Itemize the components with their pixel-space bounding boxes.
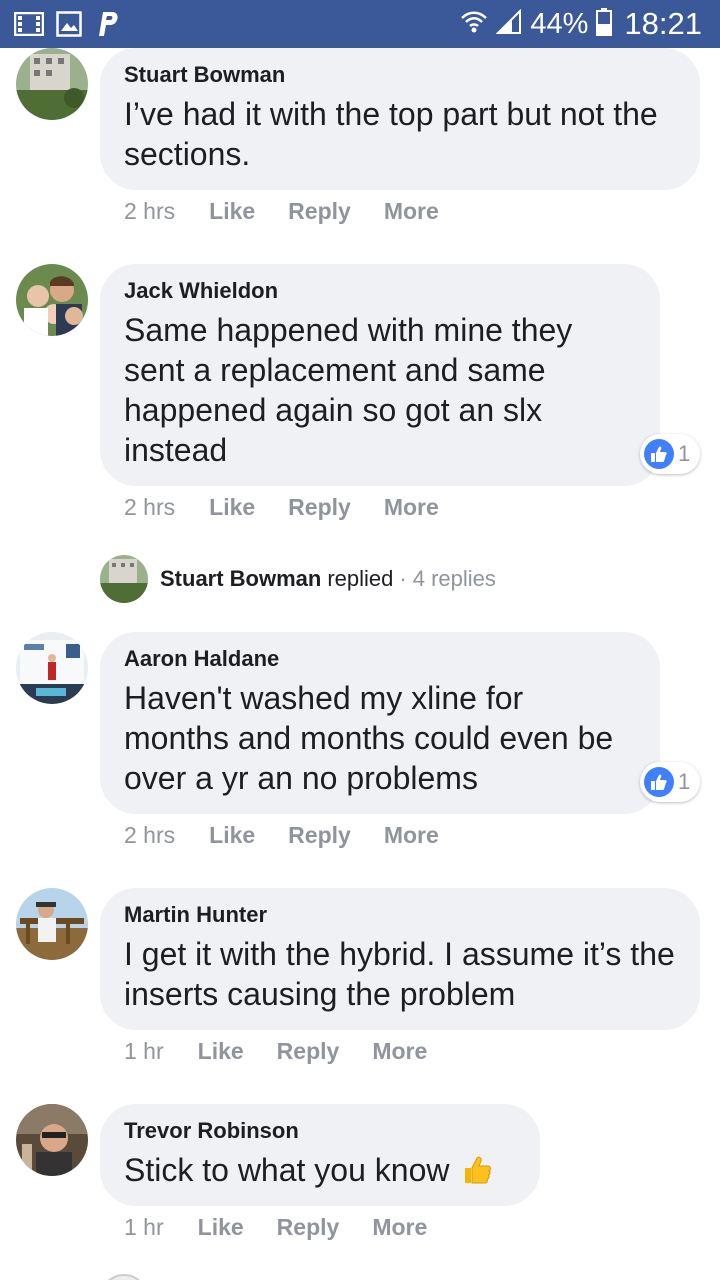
like-button[interactable]: Like	[209, 822, 255, 849]
reaction-count: 1	[678, 441, 691, 466]
avatar[interactable]	[16, 888, 88, 960]
comment-actions: 2 hrs Like Reply More	[124, 822, 472, 849]
separator-dot: ·	[399, 566, 407, 591]
reply-author: Stuart Bowman	[160, 566, 322, 591]
avatar[interactable]	[16, 1104, 88, 1176]
avatar[interactable]	[16, 48, 88, 120]
avatar[interactable]	[16, 632, 88, 704]
comment-author[interactable]: Stuart Bowman	[124, 62, 676, 88]
comment-time[interactable]: 2 hrs	[124, 494, 175, 521]
reaction-count: 1	[678, 769, 691, 794]
comment-text-row: Stick to what you know	[124, 1150, 516, 1190]
more-button[interactable]: More	[372, 1038, 427, 1065]
comment-text: Stick to what you know	[124, 1152, 450, 1188]
comment-time[interactable]: 1 hr	[124, 1214, 164, 1241]
reaction-badge[interactable]: 1	[640, 434, 701, 474]
thumbs-up-emoji-icon	[461, 1154, 493, 1186]
signal-icon	[495, 8, 522, 40]
film-icon	[14, 10, 44, 38]
comment-actions: 2 hrs Like Reply More	[124, 198, 472, 225]
avatar[interactable]	[16, 264, 88, 336]
comment-actions: 2 hrs Like Reply More	[124, 494, 472, 521]
battery-icon	[596, 7, 613, 41]
comment-time[interactable]: 2 hrs	[124, 198, 175, 225]
comment-time[interactable]: 2 hrs	[124, 822, 175, 849]
status-bar: 44% 18:21	[0, 0, 720, 48]
wifi-icon	[460, 8, 488, 41]
comment-time[interactable]: 1 hr	[124, 1038, 164, 1065]
comment-author[interactable]: Aaron Haldane	[124, 646, 636, 672]
more-button[interactable]: More	[384, 198, 439, 225]
comment-text: Same happened with mine they sent a repl…	[124, 312, 573, 468]
image-icon	[54, 10, 84, 38]
reply-button[interactable]: Reply	[277, 1214, 340, 1241]
comment-actions: 1 hr Like Reply More	[124, 1214, 460, 1241]
comment-author[interactable]: Trevor Robinson	[124, 1118, 516, 1144]
like-button[interactable]: Like	[209, 494, 255, 521]
reply-button[interactable]: Reply	[288, 198, 351, 225]
comment-bubble[interactable]: Trevor Robinson Stick to what you know	[100, 1104, 540, 1206]
more-button[interactable]: More	[384, 494, 439, 521]
more-button[interactable]: More	[372, 1214, 427, 1241]
clock: 18:21	[624, 6, 702, 41]
avatar[interactable]	[100, 1274, 148, 1280]
battery-percent: 44%	[530, 7, 589, 40]
status-bar-right: 44% 18:21	[460, 6, 702, 42]
comment-bubble[interactable]: Aaron Haldane Haven't washed my xline fo…	[100, 632, 660, 814]
reply-count: 4 replies	[412, 566, 496, 591]
comment-author[interactable]: Jack Whieldon	[124, 278, 636, 304]
comment-text: I get it with the hybrid. I assume it’s …	[124, 936, 675, 1012]
like-button[interactable]: Like	[198, 1038, 244, 1065]
view-replies-link[interactable]: Stuart Bowman replied · 4 replies	[100, 555, 496, 603]
comment-bubble[interactable]: Jack Whieldon Same happened with mine th…	[100, 264, 660, 486]
comment-text: I’ve had it with the top part but not th…	[124, 96, 658, 172]
like-button[interactable]: Like	[198, 1214, 244, 1241]
reaction-badge[interactable]: 1	[640, 762, 701, 802]
thumbs-up-icon	[644, 439, 674, 469]
replied-label: replied	[327, 566, 394, 591]
comment-author[interactable]: Martin Hunter	[124, 902, 676, 928]
comment-actions: 1 hr Like Reply More	[124, 1038, 460, 1065]
reply-button[interactable]: Reply	[288, 822, 351, 849]
reply-button[interactable]: Reply	[277, 1038, 340, 1065]
like-button[interactable]: Like	[209, 198, 255, 225]
paypal-icon	[94, 10, 124, 38]
reply-avatar	[100, 555, 148, 603]
thumbs-up-icon	[644, 767, 674, 797]
reply-button[interactable]: Reply	[288, 494, 351, 521]
more-button[interactable]: More	[384, 822, 439, 849]
comment-bubble[interactable]: Martin Hunter I get it with the hybrid. …	[100, 888, 700, 1030]
comment-text: Haven't washed my xline for months and m…	[124, 680, 614, 796]
status-bar-left	[14, 10, 124, 38]
comment-bubble[interactable]: Stuart Bowman I’ve had it with the top p…	[100, 48, 700, 190]
